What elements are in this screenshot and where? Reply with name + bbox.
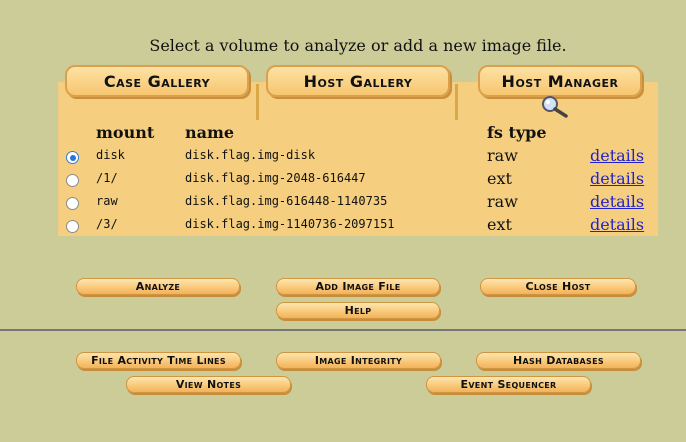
file-activity-time-lines-button[interactable]: File Activity Time Lines (76, 352, 241, 369)
fs-type-cell: raw (487, 146, 518, 165)
mount-cell: /1/ (96, 171, 118, 185)
details-link[interactable]: details (590, 215, 644, 234)
magnifier-icon (542, 96, 568, 118)
column-header-fs-type: fs type (487, 123, 547, 142)
volume-table: mount name fs type disk disk.flag.img-di… (58, 120, 658, 236)
fs-type-cell: ext (487, 169, 512, 188)
tab-case-gallery[interactable]: Case Gallery (65, 65, 249, 97)
details-link[interactable]: details (590, 169, 644, 188)
details-link[interactable]: details (590, 192, 644, 211)
image-integrity-button[interactable]: Image Integrity (276, 352, 441, 369)
table-row: raw disk.flag.img-616448-1140735 raw det… (58, 191, 658, 214)
hash-databases-button[interactable]: Hash Databases (476, 352, 641, 369)
event-sequencer-button[interactable]: Event Sequencer (426, 376, 591, 393)
table-row: /1/ disk.flag.img-2048-616447 ext detail… (58, 168, 658, 191)
name-cell: disk.flag.img-disk (185, 148, 316, 162)
tab-separator (455, 84, 458, 120)
instruction-text: Select a volume to analyze or add a new … (149, 36, 567, 55)
analyze-button[interactable]: Analyze (76, 278, 240, 295)
divider (0, 329, 686, 331)
mount-cell: raw (96, 194, 118, 208)
table-row: /3/ disk.flag.img-1140736-2097151 ext de… (58, 214, 658, 237)
column-header-mount: mount (96, 123, 155, 142)
view-notes-button[interactable]: View Notes (126, 376, 291, 393)
mount-cell: /3/ (96, 217, 118, 231)
fs-type-cell: ext (487, 215, 512, 234)
tab-separator (256, 84, 259, 120)
name-cell: disk.flag.img-1140736-2097151 (185, 217, 395, 231)
name-cell: disk.flag.img-2048-616447 (185, 171, 366, 185)
help-button[interactable]: Help (276, 302, 440, 319)
fs-type-cell: raw (487, 192, 518, 211)
volume-radio[interactable] (66, 174, 79, 187)
add-image-file-button[interactable]: Add Image File (276, 278, 440, 295)
volume-radio[interactable] (66, 151, 79, 164)
tab-host-gallery[interactable]: Host Gallery (266, 65, 450, 97)
volume-radio[interactable] (66, 197, 79, 210)
mount-cell: disk (96, 148, 125, 162)
table-row: disk disk.flag.img-disk raw details (58, 145, 658, 168)
tab-host-manager[interactable]: Host Manager (478, 65, 642, 97)
volume-radio[interactable] (66, 220, 79, 233)
column-header-name: name (185, 123, 235, 142)
details-link[interactable]: details (590, 146, 644, 165)
close-host-button[interactable]: Close Host (480, 278, 636, 295)
name-cell: disk.flag.img-616448-1140735 (185, 194, 388, 208)
